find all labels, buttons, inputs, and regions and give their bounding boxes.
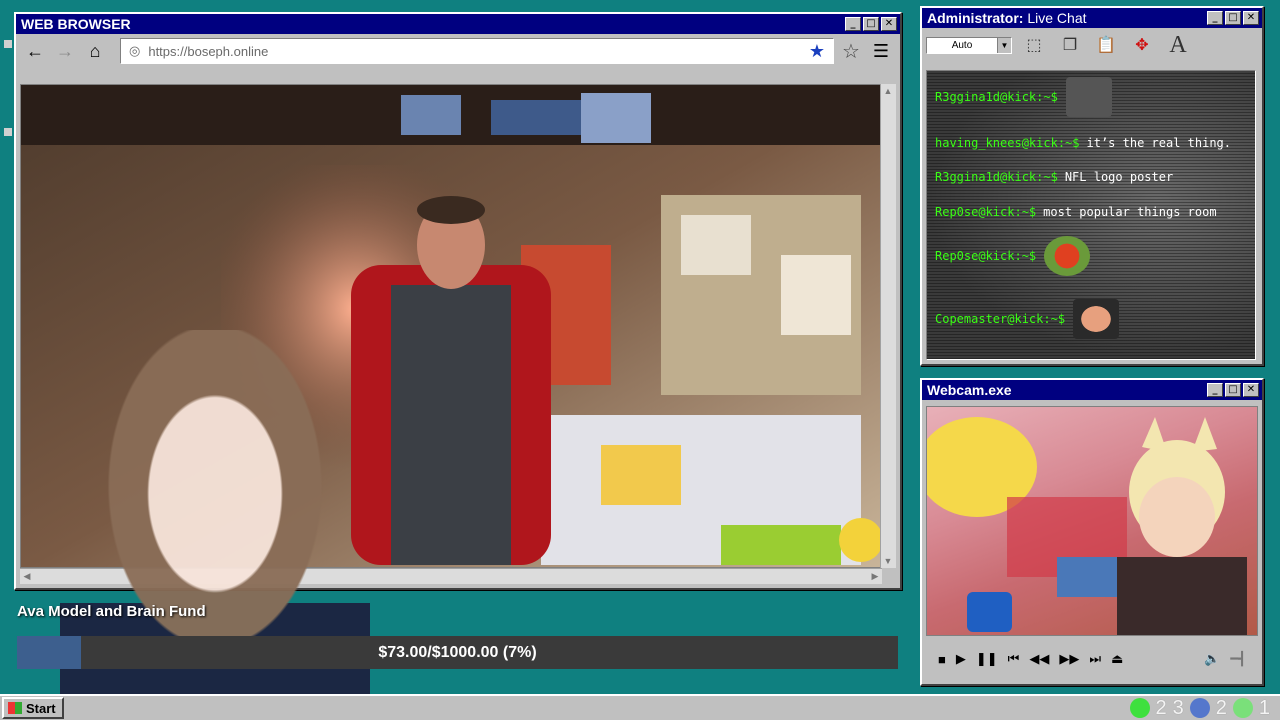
volume-icon[interactable]: 🔈	[1204, 651, 1220, 667]
size-select[interactable]: Auto ▼	[926, 36, 1012, 54]
url-text: https://boseph.online	[148, 43, 269, 59]
chat-username: Rep0se@kick:~$	[935, 249, 1037, 263]
chat-username: Copemaster@kick:~$	[935, 312, 1066, 326]
skip-back-icon[interactable]: ⏮	[1008, 651, 1020, 667]
browser-title: WEB BROWSER	[21, 16, 131, 32]
fund-progress-bar: $73.00/$1000.00 (7%)	[17, 636, 898, 669]
selection-icon[interactable]: ⬚	[1020, 31, 1048, 59]
minimize-button[interactable]: _	[845, 17, 861, 31]
chat-text: most popular things room	[1043, 205, 1217, 219]
forward-arrow-icon[interactable]: →	[52, 38, 78, 64]
maximize-button[interactable]: □	[863, 17, 879, 31]
close-button[interactable]: ✕	[1243, 11, 1259, 25]
taskbar: Start 2 3 2 1	[0, 694, 1280, 720]
scroll-down-icon[interactable]: ▼	[881, 554, 895, 568]
chat-message: R3ggina1d@kick:~$	[935, 77, 1112, 117]
chat-message: having_knees@kick:~$ it’s the real thing…	[935, 136, 1231, 150]
minimize-button[interactable]: _	[1207, 383, 1223, 397]
chat-message: R3ggina1d@kick:~$ NFL logo poster	[935, 170, 1173, 184]
start-label: Start	[26, 700, 56, 716]
tray-count: 2	[1215, 696, 1227, 719]
tray-count: 3	[1172, 696, 1184, 719]
chat-toolbar: Auto ▼ ⬚ ❐ 📋 ✥ A	[922, 28, 1262, 62]
desktop-icon[interactable]	[4, 128, 12, 136]
face-emote	[1073, 299, 1120, 339]
play-circle-icon[interactable]	[1232, 698, 1253, 718]
chat-message: Rep0se@kick:~$	[935, 236, 1091, 276]
kick-icon[interactable]	[1129, 698, 1150, 718]
copy-icon[interactable]: ❐	[1056, 31, 1084, 59]
media-controls: ■ ▶ ❚❚ ⏮ ◀◀ ▶▶ ⏭ ⏏ 🔈 ━┫	[926, 642, 1258, 676]
star-filled-icon[interactable]: ★	[809, 41, 825, 62]
chat-text: NFL logo poster	[1064, 170, 1174, 184]
paste-icon[interactable]: 📋	[1092, 31, 1120, 59]
fund-progress-text: $73.00/$1000.00 (7%)	[378, 643, 537, 661]
chat-text: it’s the real thing.	[1086, 136, 1232, 150]
chat-title-rest: Live Chat	[1027, 10, 1087, 26]
chat-message: Copemaster@kick:~$	[935, 299, 1120, 339]
minimize-button[interactable]: _	[1207, 11, 1223, 25]
windows-logo-icon	[8, 702, 22, 714]
start-button[interactable]: Start	[2, 697, 64, 719]
desktop-icon[interactable]	[4, 40, 12, 48]
pause-icon[interactable]: ❚❚	[976, 651, 998, 667]
emote-image	[1065, 77, 1112, 117]
browser-titlebar[interactable]: WEB BROWSER _ □ ✕	[16, 14, 900, 34]
chat-titlebar[interactable]: Administrator: Live Chat _ □ ✕	[922, 8, 1262, 28]
webcam-titlebar[interactable]: Webcam.exe _ □ ✕	[922, 380, 1262, 400]
skip-forward-icon[interactable]: ⏭	[1089, 651, 1101, 667]
close-button[interactable]: ✕	[1243, 383, 1259, 397]
back-arrow-icon[interactable]: ←	[22, 38, 48, 64]
chat-title: Administrator: Live Chat	[927, 10, 1205, 26]
scroll-right-icon[interactable]: ▶	[868, 569, 882, 583]
chat-username: R3ggina1d@kick:~$	[935, 170, 1058, 184]
address-bar[interactable]: ◎ https://boseph.online ★	[120, 38, 834, 64]
rewind-icon[interactable]: ◀◀	[1029, 651, 1049, 667]
chat-log: R3ggina1d@kick:~$ having_knees@kick:~$ i…	[926, 70, 1256, 360]
vertical-scrollbar[interactable]: ▲ ▼	[880, 84, 896, 568]
moon-icon[interactable]	[1189, 698, 1210, 718]
volume-slider[interactable]: ━┫	[1230, 651, 1246, 667]
chat-username: having_knees@kick:~$	[935, 136, 1080, 150]
play-icon[interactable]: ▶	[956, 651, 966, 667]
maximize-button[interactable]: □	[1225, 383, 1241, 397]
eject-icon[interactable]: ⏏	[1111, 651, 1123, 667]
hamburger-menu-icon[interactable]: ☰	[868, 41, 894, 62]
scroll-left-icon[interactable]: ◀	[20, 569, 34, 583]
size-select-value: Auto	[951, 39, 973, 51]
anime-illustration	[927, 417, 1247, 635]
tray-count: 1	[1258, 696, 1270, 719]
chat-message: Rep0se@kick:~$ most popular things room	[935, 205, 1217, 219]
move-icon[interactable]: ✥	[1128, 31, 1156, 59]
system-tray: 2 3 2 1	[1129, 696, 1279, 720]
tray-count: 2	[1155, 696, 1167, 719]
scroll-up-icon[interactable]: ▲	[881, 84, 895, 98]
browser-navbar: ← → ⌂ ◎ https://boseph.online ★ ☆ ☰	[16, 34, 900, 68]
webcam-window: Webcam.exe _ □ ✕ ■ ▶ ❚❚ ⏮ ◀◀ ▶▶ ⏭ ⏏ 🔈 ━┫	[920, 378, 1264, 686]
fund-title: Ava Model and Brain Fund	[17, 603, 206, 620]
close-button[interactable]: ✕	[881, 17, 897, 31]
webcam-feed	[926, 406, 1258, 636]
stop-icon[interactable]: ■	[938, 652, 946, 667]
chat-username: R3ggina1d@kick:~$	[935, 90, 1058, 104]
globe-icon: ◎	[129, 43, 141, 58]
laughing-emote	[1044, 236, 1091, 276]
chevron-down-icon[interactable]: ▼	[997, 37, 1011, 53]
webcam-title: Webcam.exe	[927, 382, 1012, 398]
chat-username: Rep0se@kick:~$	[935, 205, 1037, 219]
home-icon[interactable]: ⌂	[82, 38, 108, 64]
fast-forward-icon[interactable]: ▶▶	[1059, 651, 1079, 667]
chat-title-bold: Administrator:	[927, 10, 1024, 26]
maximize-button[interactable]: □	[1225, 11, 1241, 25]
font-icon[interactable]: A	[1164, 31, 1192, 59]
chat-window: Administrator: Live Chat _ □ ✕ Auto ▼ ⬚ …	[920, 6, 1264, 366]
star-outline-icon[interactable]: ☆	[838, 38, 864, 64]
